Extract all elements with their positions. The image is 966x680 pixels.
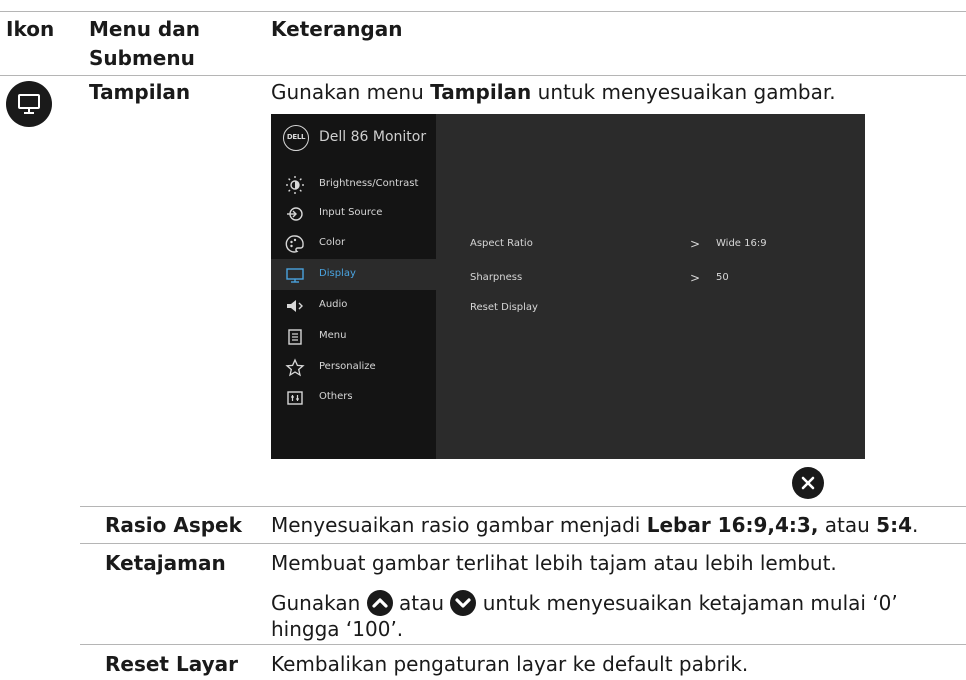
osd-item-label: Audio — [319, 299, 348, 310]
submenu-ketajaman: Ketajaman — [105, 551, 226, 575]
osd-item-label: Brightness/Contrast — [319, 178, 419, 189]
osd-item-color[interactable]: Color — [271, 228, 436, 259]
osd-item-display[interactable]: Display — [271, 259, 436, 290]
text-part: Gunakan — [271, 591, 367, 615]
option-sharpness[interactable]: Sharpness — [470, 271, 522, 285]
menu-name-tampilan: Tampilan — [89, 80, 191, 104]
header-rule — [0, 75, 966, 76]
osd-item-label: Menu — [319, 330, 347, 341]
star-icon — [285, 358, 305, 377]
submenu-rasio-aspek: Rasio Aspek — [105, 513, 242, 537]
submenu-reset-layar: Reset Layar — [105, 652, 238, 676]
osd-item-personalize[interactable]: Personalize — [271, 352, 436, 383]
input-source-icon — [287, 207, 303, 221]
osd-item-audio[interactable]: Audio — [271, 290, 436, 321]
desc-suffix: untuk menyesuaikan gambar. — [531, 80, 836, 104]
header-menu-line2: Submenu — [89, 46, 195, 70]
osd-item-label: Input Source — [319, 207, 383, 218]
desc-prefix: Gunakan menu — [271, 80, 431, 104]
chevron-right-icon: > — [690, 271, 701, 285]
osd-screenshot: DELL Dell 86 Monitor Brightness/Contrast — [271, 114, 865, 459]
osd-title: Dell 86 Monitor — [319, 129, 427, 145]
brightness-icon — [286, 176, 304, 194]
dell-logo: DELL — [283, 125, 309, 151]
osd-item-label: Display — [319, 268, 356, 279]
option-sharpness-value: 50 — [716, 272, 729, 283]
osd-item-label: Color — [319, 237, 346, 248]
others-icon — [287, 391, 303, 405]
osd-item-input-source[interactable]: Input Source — [271, 198, 436, 229]
text-part: Menyesuaikan rasio gambar menjadi — [271, 513, 647, 537]
menu-icon — [288, 329, 302, 345]
osd-item-others[interactable]: Others — [271, 382, 436, 413]
option-aspect-ratio-value: Wide 16:9 — [716, 238, 767, 249]
osd-item-label: Others — [319, 391, 353, 402]
subrow-rule-2 — [80, 543, 966, 544]
down-arrow-icon — [450, 590, 477, 616]
ketajaman-line1: Membuat gambar terlihat lebih tajam atau… — [271, 551, 837, 575]
ketajaman-line2: Gunakan atau untuk menyesuaikan ketajama… — [271, 589, 898, 617]
ketajaman-line3: hingga ‘100’. — [271, 617, 404, 641]
header-menu-line1: Menu dan — [89, 17, 200, 41]
rasio-aspek-description: Menyesuaikan rasio gambar menjadi Lebar … — [271, 511, 918, 539]
header-keterangan: Keterangan — [271, 17, 403, 41]
text-bold: Lebar 16:9,4:3, — [646, 513, 819, 537]
osd-item-brightness-contrast[interactable]: Brightness/Contrast — [271, 169, 436, 200]
osd-item-menu[interactable]: Menu — [271, 321, 436, 352]
audio-icon — [287, 300, 303, 312]
text-part: atau — [818, 513, 877, 537]
color-icon — [285, 235, 304, 253]
subrow-rule-3 — [80, 644, 966, 645]
text-part: . — [912, 513, 919, 537]
option-aspect-ratio[interactable]: Aspect Ratio — [470, 237, 533, 251]
osd-item-label: Personalize — [319, 361, 376, 372]
text-bold: 5:4 — [876, 513, 913, 537]
top-rule — [0, 11, 966, 12]
display-menu-icon — [6, 81, 52, 127]
display-icon — [286, 268, 304, 283]
option-reset-display[interactable]: Reset Display — [470, 301, 538, 315]
close-icon[interactable] — [792, 467, 824, 499]
subrow-rule-1 — [80, 506, 966, 507]
up-arrow-icon — [366, 590, 393, 616]
osd-sidebar: DELL Dell 86 Monitor Brightness/Contrast — [271, 114, 436, 459]
text-part: atau — [392, 591, 451, 615]
chevron-right-icon: > — [690, 237, 701, 251]
tampilan-description: Gunakan menu Tampilan untuk menyesuaikan… — [271, 78, 836, 106]
text-part: untuk menyesuaikan ketajaman mulai ‘0’ — [476, 591, 898, 615]
reset-layar-description: Kembalikan pengaturan layar ke default p… — [271, 652, 749, 676]
header-ikon: Ikon — [6, 17, 55, 41]
osd-options-panel: Aspect Ratio > Wide 16:9 Sharpness > 50 … — [436, 114, 865, 459]
desc-bold: Tampilan — [430, 80, 532, 104]
